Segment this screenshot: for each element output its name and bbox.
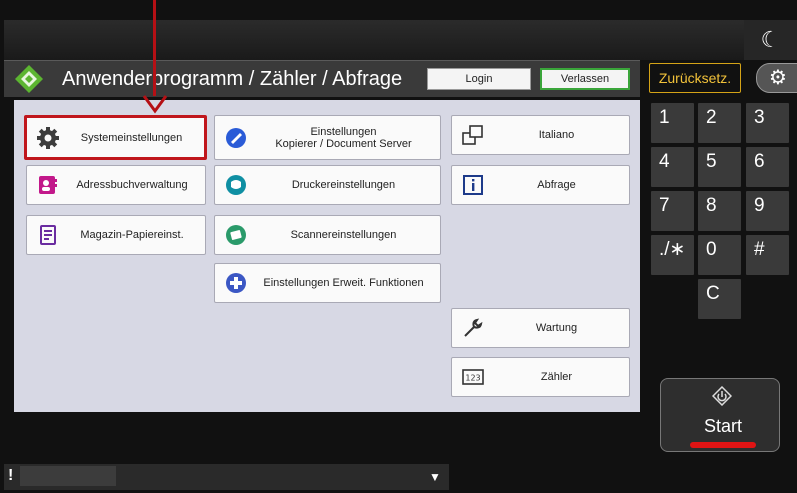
maintenance-button[interactable]: Wartung [451, 308, 630, 348]
scanner-settings-button[interactable]: Scannereinstellungen [214, 215, 441, 255]
address-book-label: Adressbuchverwaltung [76, 179, 188, 191]
address-book-button[interactable]: Adressbuchverwaltung [26, 165, 206, 205]
keypad-key[interactable]: ./∗ [651, 235, 694, 275]
annotation-arrow-shaft [153, 0, 156, 96]
printer-settings-button[interactable]: Druckereinstellungen [214, 165, 441, 205]
keypad-key[interactable]: 4 [651, 147, 694, 187]
exit-button[interactable]: Verlassen [540, 68, 630, 90]
gear-icon [37, 126, 59, 149]
system-settings-button[interactable]: Systemeinstellungen [24, 115, 207, 160]
extended-features-button[interactable]: Einstellungen Erweit. Funktionen [214, 263, 441, 303]
copier-icon [225, 127, 247, 149]
keypad-key[interactable]: 9 [746, 191, 789, 231]
inquiry-button[interactable]: Abfrage [451, 165, 630, 205]
top-bar-shade [4, 20, 744, 60]
annotation-arrow-head [142, 94, 168, 114]
copier-settings-line1: Einstellungen [310, 125, 377, 138]
maintenance-label: Wartung [535, 322, 578, 334]
status-message-field [20, 466, 116, 486]
reset-button[interactable]: Zurücksetz. [649, 63, 741, 93]
keypad-key[interactable]: 0 [698, 235, 741, 275]
keypad-key-clear[interactable]: C [698, 279, 741, 319]
language-button[interactable]: Italiano [451, 115, 630, 155]
tray-paper-button[interactable]: Magazin-Papiereinst. [26, 215, 206, 255]
info-icon [462, 174, 484, 196]
keypad-key[interactable]: 2 [698, 103, 741, 143]
language-switch-icon [462, 124, 484, 146]
document-icon [37, 224, 59, 246]
start-label: Start [703, 416, 742, 436]
scanner-icon [225, 224, 247, 246]
printer-settings-label: Druckereinstellungen [291, 179, 396, 191]
svg-text:123: 123 [465, 374, 480, 383]
printer-icon [225, 174, 247, 196]
login-button[interactable]: Login [427, 68, 531, 90]
system-settings-label: Systemeinstellungen [80, 131, 183, 144]
address-book-icon [37, 174, 59, 196]
plus-icon [225, 272, 247, 294]
copier-settings-button[interactable]: Einstellungen Kopierer / Document Server [214, 115, 441, 160]
language-label: Italiano [538, 129, 575, 141]
start-indicator [690, 442, 756, 448]
counter-icon: 123 [462, 366, 484, 388]
start-icon [711, 385, 733, 407]
status-indicator: ! [8, 467, 14, 484]
gear-icon[interactable]: ⚙ [756, 63, 797, 93]
counter-label: Zähler [540, 371, 573, 383]
keypad-key[interactable]: # [746, 235, 789, 275]
copier-settings-label: Einstellungen Kopierer / Document Server [255, 126, 440, 150]
keypad-key[interactable]: 7 [651, 191, 694, 231]
keypad-key[interactable]: 1 [651, 103, 694, 143]
page-title: Anwenderprogramm / Zähler / Abfrage [62, 68, 403, 90]
chevron-down-icon[interactable]: ▼ [426, 468, 444, 486]
extended-features-label: Einstellungen Erweit. Funktionen [263, 277, 424, 289]
keypad-key[interactable]: 5 [698, 147, 741, 187]
copier-settings-line2: Kopierer / Document Server [275, 137, 412, 150]
keypad-key[interactable]: 6 [746, 147, 789, 187]
moon-icon[interactable]: ☾ [744, 20, 797, 60]
scanner-settings-label: Scannereinstellungen [290, 229, 397, 241]
wrench-icon [462, 317, 484, 339]
keypad-key[interactable]: 3 [746, 103, 789, 143]
inquiry-label: Abfrage [537, 179, 576, 191]
counter-button[interactable]: 123 Zähler [451, 357, 630, 397]
keypad-key[interactable]: 8 [698, 191, 741, 231]
app-logo-icon [14, 64, 44, 94]
tray-paper-label: Magazin-Papiereinst. [80, 229, 184, 241]
